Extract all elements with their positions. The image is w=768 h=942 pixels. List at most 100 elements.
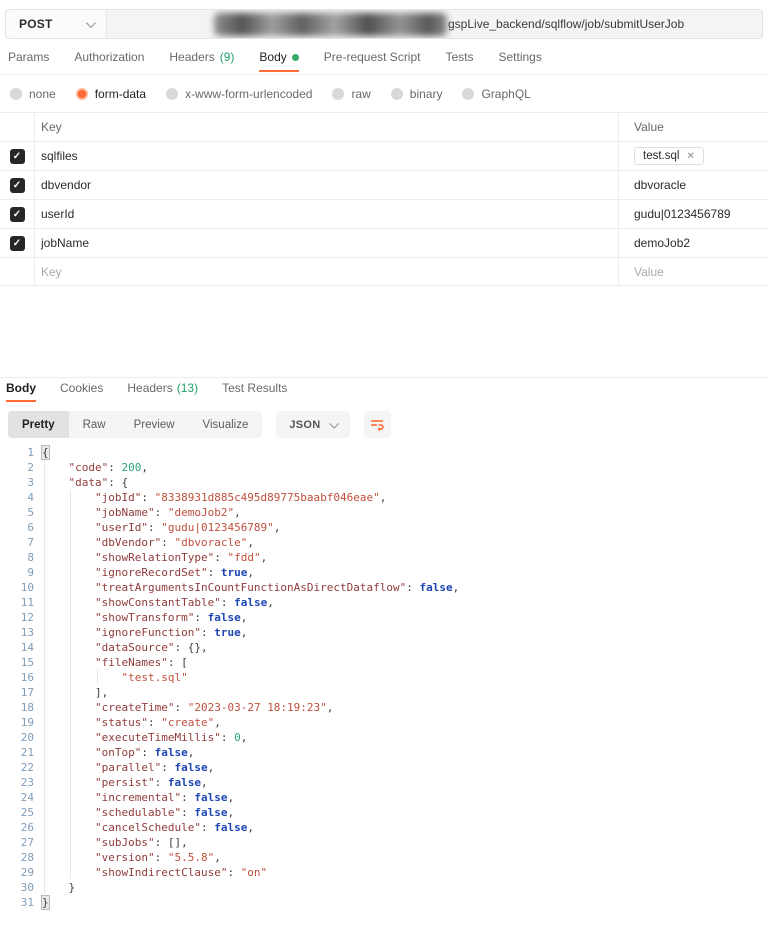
row-key-cell[interactable]: dbvendor [34,171,618,199]
code-line: 12 "showTransform": false, [0,610,768,625]
view-mode-raw[interactable]: Raw [69,411,120,438]
method-selector[interactable]: POST [6,10,106,38]
view-mode-label: Preview [134,419,175,431]
request-tab-headers[interactable]: Headers(9) [169,50,234,72]
code-line-content: "jobId": "8338931d885c495d89775baabf046e… [34,490,386,505]
code-line: 19 "status": "create", [0,715,768,730]
table-row: ✓ userId gudu|0123456789 [0,199,768,228]
body-type-none[interactable]: none [10,87,56,101]
view-mode-pretty[interactable]: Pretty [8,411,69,438]
body-type-binary[interactable]: binary [391,87,443,101]
request-url-bar: POST gspLive_backend/sqlflow/job/submitU… [5,9,763,39]
view-mode-visualize[interactable]: Visualize [189,411,263,438]
code-line-content: } [34,880,75,895]
tab-label: Settings [499,50,542,64]
url-input[interactable]: gspLive_backend/sqlflow/job/submitUserJo… [106,10,762,38]
code-line-content: "test.sql" [34,670,188,685]
code-line-content: "version": "5.5.8", [34,850,221,865]
radio-icon [166,88,178,100]
line-number: 23 [0,775,34,790]
request-tab-settings[interactable]: Settings [499,50,542,72]
response-tab-cookies[interactable]: Cookies [60,381,103,402]
code-line-content: "ignoreFunction": true, [34,625,247,640]
request-tab-authorization[interactable]: Authorization [74,50,144,72]
row-key-cell[interactable]: sqlfiles [34,142,618,170]
code-line: 18 "createTime": "2023-03-27 18:19:23", [0,700,768,715]
code-line: 9 "ignoreRecordSet": true, [0,565,768,580]
line-number: 10 [0,580,34,595]
line-number: 12 [0,610,34,625]
line-number: 2 [0,460,34,475]
code-line-content: "schedulable": false, [34,805,234,820]
radio-label: binary [410,87,443,101]
line-number: 26 [0,820,34,835]
file-chip: test.sql✕ [634,147,704,165]
response-tab-body[interactable]: Body [6,381,36,402]
checkbox-checked-icon[interactable]: ✓ [10,178,25,193]
row-key-cell[interactable]: userId [34,200,618,228]
row-value-cell[interactable]: gudu|0123456789 [618,200,768,228]
line-number: 1 [0,445,34,460]
request-tab-tests[interactable]: Tests [445,50,473,72]
matched-brace: } [42,896,49,909]
line-number: 6 [0,520,34,535]
body-type-raw[interactable]: raw [332,87,370,101]
format-dropdown[interactable]: JSON [276,411,349,438]
response-tab-test-results[interactable]: Test Results [222,381,287,402]
body-type-x-www-form-urlencoded[interactable]: x-www-form-urlencoded [166,87,312,101]
row-value-cell[interactable]: test.sql✕ [618,142,768,170]
view-mode-preview[interactable]: Preview [120,411,189,438]
row-value-cell[interactable]: dbvoracle [618,171,768,199]
row-key-cell[interactable]: jobName [34,229,618,257]
redacted-url-host [214,13,447,36]
row-check-cell: ✓ [0,142,34,170]
form-data-table: KeyValue ✓ sqlfiles test.sql✕ ✓ dbvendordbvor… [0,112,768,286]
request-tab-pre-request-script[interactable]: Pre-request Script [324,50,421,72]
tab-label: Body [6,381,36,395]
line-number: 29 [0,865,34,880]
code-line: 8 "showRelationType": "fdd", [0,550,768,565]
placeholder-value-cell[interactable]: Value [618,258,768,285]
code-line: 16 "test.sql" [0,670,768,685]
code-line-content: "dataSource": {}, [34,640,208,655]
request-tab-params[interactable]: Params [8,50,49,72]
table-row: ✓ dbvendordbvoracle [0,170,768,199]
view-mode-switcher: PrettyRaw Preview Visualize [8,411,262,438]
code-line-content: ], [34,685,108,700]
body-type-graphql[interactable]: GraphQL [462,87,530,101]
response-toolbar: PrettyRaw Preview Visualize JSON [8,411,391,438]
line-number: 27 [0,835,34,850]
line-number: 11 [0,595,34,610]
code-line-content: "onTop": false, [34,745,194,760]
code-line-content: { [34,445,49,460]
placeholder-row: KeyValue [0,257,768,286]
row-check-cell: ✓ [0,200,34,228]
checkbox-checked-icon[interactable]: ✓ [10,207,25,222]
request-tab-body[interactable]: Body [259,50,298,72]
tab-label: Authorization [74,50,144,64]
tabs-divider [0,74,768,75]
wrap-lines-button[interactable] [364,411,391,438]
code-line: 11 "showConstantTable": false, [0,595,768,610]
placeholder-key-cell[interactable]: Key [34,258,618,285]
tab-label: Cookies [60,381,103,395]
checkbox-checked-icon[interactable]: ✓ [10,236,25,251]
radio-icon [462,88,474,100]
row-value-cell[interactable]: demoJob2 [618,229,768,257]
radio-label: none [29,87,56,101]
tab-label: Tests [445,50,473,64]
code-line-content: "showRelationType": "fdd", [34,550,267,565]
code-line-content: "data": { [34,475,128,490]
code-line-content: "executeTimeMillis": 0, [34,730,247,745]
tab-label: Body [259,50,286,64]
body-type-form-data[interactable]: form-data [76,87,146,101]
code-line: 21 "onTop": false, [0,745,768,760]
line-number: 20 [0,730,34,745]
code-line-content: "showIndirectClause": "on" [34,865,267,880]
checkbox-checked-icon[interactable]: ✓ [10,149,25,164]
code-line-content: "showTransform": false, [34,610,247,625]
response-tab-headers[interactable]: Headers(13) [127,381,198,402]
radio-icon [391,88,403,100]
remove-file-icon[interactable]: ✕ [686,151,694,162]
key-text: userId [41,207,74,221]
